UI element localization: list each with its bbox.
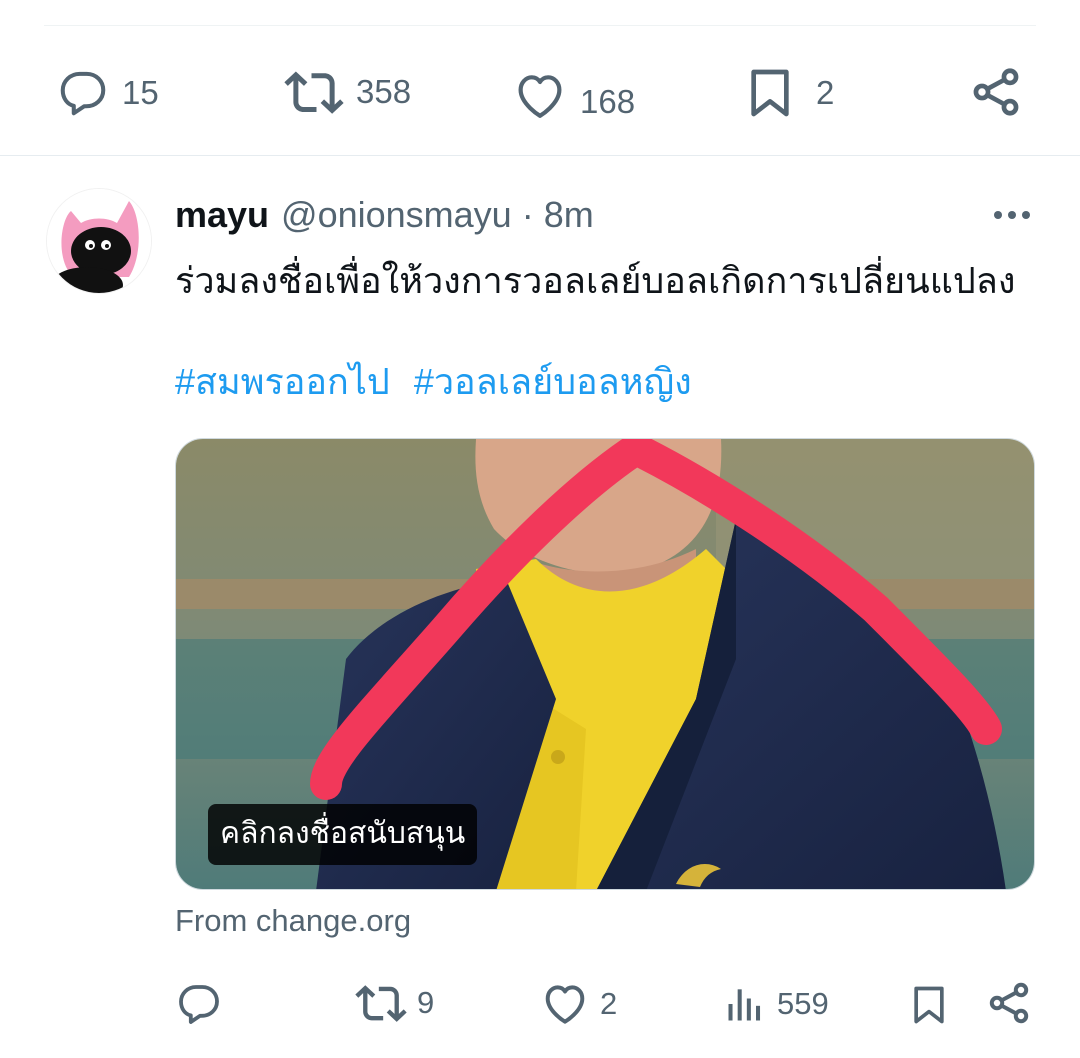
reply-icon bbox=[179, 985, 219, 1024]
like-icon bbox=[545, 985, 585, 1024]
retweet-icon bbox=[355, 985, 407, 1022]
top-divider bbox=[44, 25, 1036, 26]
bookmark-icon bbox=[914, 986, 944, 1024]
timestamp[interactable]: 8m bbox=[544, 194, 594, 236]
hashtag-link[interactable]: #สมพรออกไป bbox=[175, 361, 390, 402]
card-caption: คลิกลงชื่อสนับสนุน bbox=[208, 804, 478, 865]
bookmark-button[interactable]: 2 bbox=[742, 64, 834, 122]
bookmark-count: 2 bbox=[816, 74, 835, 111]
reply-count: 15 bbox=[122, 74, 159, 111]
separator-dot: · bbox=[521, 194, 534, 235]
hashtag-link[interactable]: #วอลเลย์บอลหญิง bbox=[414, 361, 692, 402]
link-card[interactable]: คลิกลงชื่อสนับสนุน bbox=[175, 438, 1035, 890]
reply-icon bbox=[60, 71, 106, 116]
share-icon bbox=[989, 982, 1029, 1024]
share-icon bbox=[973, 68, 1019, 116]
like-count: 168 bbox=[580, 83, 636, 120]
card-source[interactable]: From change.org bbox=[175, 903, 411, 939]
bookmark-icon bbox=[751, 69, 789, 117]
avatar[interactable] bbox=[46, 188, 152, 294]
tweet-text: ร่วมลงชื่อเพื่อให้วงการวอลเลย์บอลเกิดการ… bbox=[175, 260, 1016, 301]
like-count: 2 bbox=[600, 986, 618, 1021]
previous-tweet-actions: 15 358 168 2 bbox=[56, 60, 1036, 124]
more-icon bbox=[994, 211, 1030, 219]
tweet-actions: 9 2 559 bbox=[175, 975, 1045, 1035]
retweet-count: 358 bbox=[356, 73, 412, 110]
hashtags: #สมพรออกไป #วอลเลย์บอลหญิง bbox=[175, 357, 692, 407]
display-name[interactable]: mayu bbox=[175, 194, 269, 236]
retweet-button[interactable]: 9 bbox=[355, 977, 434, 1029]
like-icon bbox=[518, 75, 562, 118]
more-options-button[interactable] bbox=[990, 200, 1034, 230]
retweet-button[interactable]: 358 bbox=[284, 62, 411, 122]
retweet-icon bbox=[284, 71, 344, 114]
share-button[interactable] bbox=[968, 64, 1024, 120]
like-button[interactable]: 168 bbox=[512, 68, 635, 124]
bookmark-button[interactable] bbox=[907, 980, 951, 1030]
retweet-count: 9 bbox=[417, 985, 435, 1020]
user-handle[interactable]: @onionsmayu bbox=[281, 194, 512, 236]
views-button[interactable]: 559 bbox=[723, 981, 829, 1027]
share-button[interactable] bbox=[985, 979, 1033, 1027]
views-icon bbox=[728, 989, 761, 1021]
like-button[interactable]: 2 bbox=[540, 979, 617, 1029]
reply-button[interactable]: 15 bbox=[56, 66, 159, 120]
cat-avatar-icon bbox=[47, 189, 151, 293]
view-count: 559 bbox=[777, 986, 829, 1021]
tweet-divider bbox=[0, 155, 1080, 156]
reply-button[interactable] bbox=[175, 980, 223, 1028]
tweet-header: mayu @onionsmayu · 8m bbox=[175, 194, 594, 236]
